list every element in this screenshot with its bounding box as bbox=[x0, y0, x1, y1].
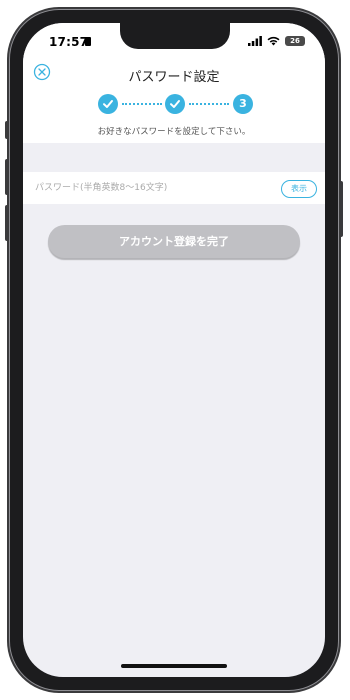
wifi-icon bbox=[267, 36, 280, 46]
check-icon bbox=[103, 100, 113, 108]
step-connector bbox=[189, 103, 229, 107]
notch bbox=[120, 23, 230, 49]
complete-registration-button[interactable]: アカウント登録を完了 bbox=[48, 225, 300, 258]
progress-stepper: 3 bbox=[98, 94, 253, 114]
power-button bbox=[339, 181, 343, 237]
show-password-button[interactable]: 表示 bbox=[281, 180, 317, 198]
step-3-current: 3 bbox=[233, 94, 253, 114]
volume-down-button bbox=[5, 205, 9, 241]
check-icon bbox=[170, 100, 180, 108]
battery-icon: 26 bbox=[285, 36, 305, 46]
password-input[interactable] bbox=[35, 178, 255, 198]
volume-up-button bbox=[5, 159, 9, 195]
home-indicator bbox=[121, 664, 227, 668]
cellular-signal-icon bbox=[248, 36, 262, 46]
page-header: パスワード設定 3 お好きなパスワードを設定して下さい。 bbox=[23, 63, 325, 143]
instruction-text: お好きなパスワードを設定して下さい。 bbox=[97, 127, 251, 137]
status-time: 17:57 bbox=[49, 35, 89, 49]
password-row: 表示 bbox=[23, 172, 325, 204]
sim-card-icon bbox=[85, 37, 91, 46]
step-2-done bbox=[165, 94, 185, 114]
status-icons: 26 bbox=[248, 36, 305, 46]
mute-switch bbox=[5, 121, 9, 139]
step-1-done bbox=[98, 94, 118, 114]
step-connector bbox=[122, 103, 162, 107]
app-screen: 17:57 26 パスワード設定 3 お好きなパスワードを設定して下さい。 表示… bbox=[23, 23, 325, 677]
page-title: パスワード設定 bbox=[128, 70, 220, 85]
